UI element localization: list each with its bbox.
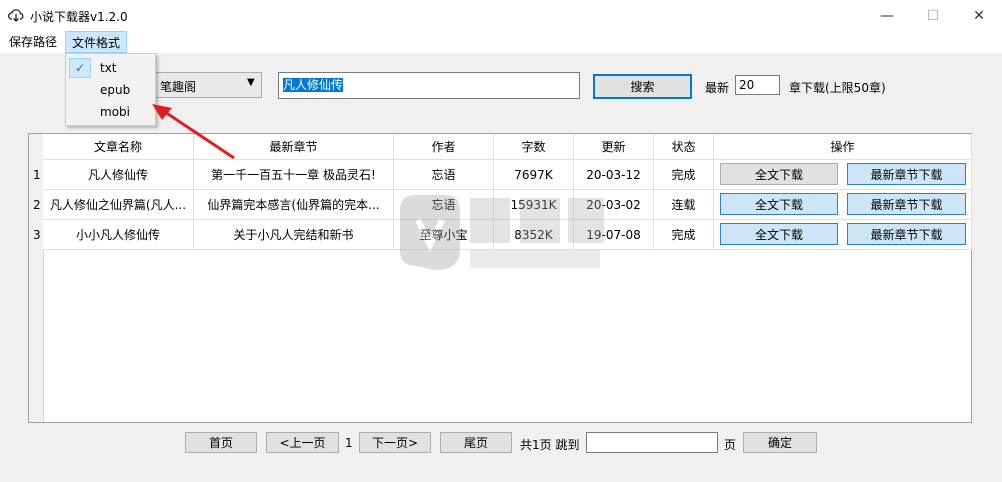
- col-header-status[interactable]: 状态: [654, 134, 714, 160]
- cell-author[interactable]: 至尊小宝: [394, 220, 494, 250]
- cell-status[interactable]: 连载: [654, 190, 714, 220]
- maximize-icon: ☐: [926, 7, 940, 24]
- close-icon: ✕: [973, 7, 985, 24]
- chapters-limit-label: 章下载(上限50章): [789, 81, 886, 95]
- red-arrow-annotation: [152, 104, 235, 160]
- col-header-actions[interactable]: 操作: [714, 134, 972, 160]
- col-header-author[interactable]: 作者: [394, 134, 494, 160]
- format-option-label: epub: [100, 83, 131, 97]
- next-page-button[interactable]: 下一页>: [359, 432, 431, 453]
- close-button[interactable]: ✕: [956, 0, 1002, 31]
- cell-words[interactable]: 7697K: [494, 160, 574, 190]
- cell-author[interactable]: 忘语: [394, 190, 494, 220]
- latest-download-button[interactable]: 最新章节下载: [847, 193, 966, 215]
- menu-file-format[interactable]: 文件格式: [65, 31, 128, 53]
- full-download-button[interactable]: 全文下载: [720, 223, 838, 245]
- cell-title[interactable]: 凡人修仙之仙界篇(凡人...: [43, 190, 194, 220]
- cell-latest-chapter[interactable]: 关于小凡人完结和新书: [194, 220, 394, 250]
- minimize-button[interactable]: —: [864, 0, 910, 31]
- current-page: 1: [345, 436, 353, 450]
- first-page-button[interactable]: 首页: [185, 432, 257, 453]
- maximize-button[interactable]: ☐: [910, 0, 956, 31]
- cell-status[interactable]: 完成: [654, 220, 714, 250]
- format-option-label: mobi: [100, 105, 130, 119]
- cell-updated[interactable]: 19-07-08: [574, 220, 654, 250]
- latest-count-input[interactable]: 20: [735, 75, 780, 95]
- format-option-label: txt: [100, 61, 117, 75]
- checkmark-icon: ✓: [69, 58, 91, 78]
- full-download-button[interactable]: 全文下载: [720, 163, 838, 185]
- cloud-download-icon: [8, 9, 24, 22]
- cell-latest-chapter[interactable]: 仙界篇完本感言(仙界篇的完本...: [194, 190, 394, 220]
- search-button[interactable]: 搜索: [593, 74, 692, 99]
- menu-bar: [0, 31, 1002, 53]
- format-option-txt[interactable]: ✓ txt: [68, 57, 153, 79]
- row-number: 2: [33, 198, 41, 212]
- title-bar: [0, 0, 1002, 31]
- col-header-words[interactable]: 字数: [494, 134, 574, 160]
- cell-updated[interactable]: 20-03-02: [574, 190, 654, 220]
- minimize-icon: —: [880, 7, 894, 24]
- cell-words[interactable]: 8352K: [494, 220, 574, 250]
- prev-page-button[interactable]: <上一页: [266, 432, 339, 453]
- latest-download-button[interactable]: 最新章节下载: [847, 223, 966, 245]
- cell-author[interactable]: 忘语: [394, 160, 494, 190]
- page-unit-label: 页: [724, 438, 737, 452]
- total-pages-label: 共1页 跳到: [520, 438, 580, 452]
- format-option-mobi[interactable]: mobi: [68, 101, 153, 123]
- cell-updated[interactable]: 20-03-12: [574, 160, 654, 190]
- menu-save-path[interactable]: 保存路径: [3, 31, 63, 53]
- source-select[interactable]: 笔趣阁 ▼: [150, 72, 262, 98]
- row-number: 1: [33, 168, 41, 182]
- row-number: 3: [33, 228, 41, 242]
- page-jump-input[interactable]: [586, 432, 718, 453]
- file-format-dropdown: ✓ txt epub mobi: [65, 53, 156, 126]
- last-page-button[interactable]: 尾页: [440, 432, 512, 453]
- cell-status[interactable]: 完成: [654, 160, 714, 190]
- latest-label: 最新: [705, 81, 730, 95]
- confirm-button[interactable]: 确定: [743, 432, 817, 453]
- cell-words[interactable]: 15931K: [494, 190, 574, 220]
- search-input[interactable]: 凡人修仙传: [278, 72, 580, 99]
- full-download-button[interactable]: 全文下载: [720, 193, 838, 215]
- search-input-value: 凡人修仙传: [283, 78, 344, 92]
- cell-title[interactable]: 小小凡人修仙传: [43, 220, 194, 250]
- chevron-down-icon: ▼: [247, 77, 255, 88]
- source-select-value: 笔趣阁: [160, 80, 197, 94]
- window-title: 小说下载器v1.2.0: [30, 10, 128, 24]
- latest-download-button[interactable]: 最新章节下载: [847, 163, 966, 185]
- col-header-updated[interactable]: 更新: [574, 134, 654, 160]
- format-option-epub[interactable]: epub: [68, 79, 153, 101]
